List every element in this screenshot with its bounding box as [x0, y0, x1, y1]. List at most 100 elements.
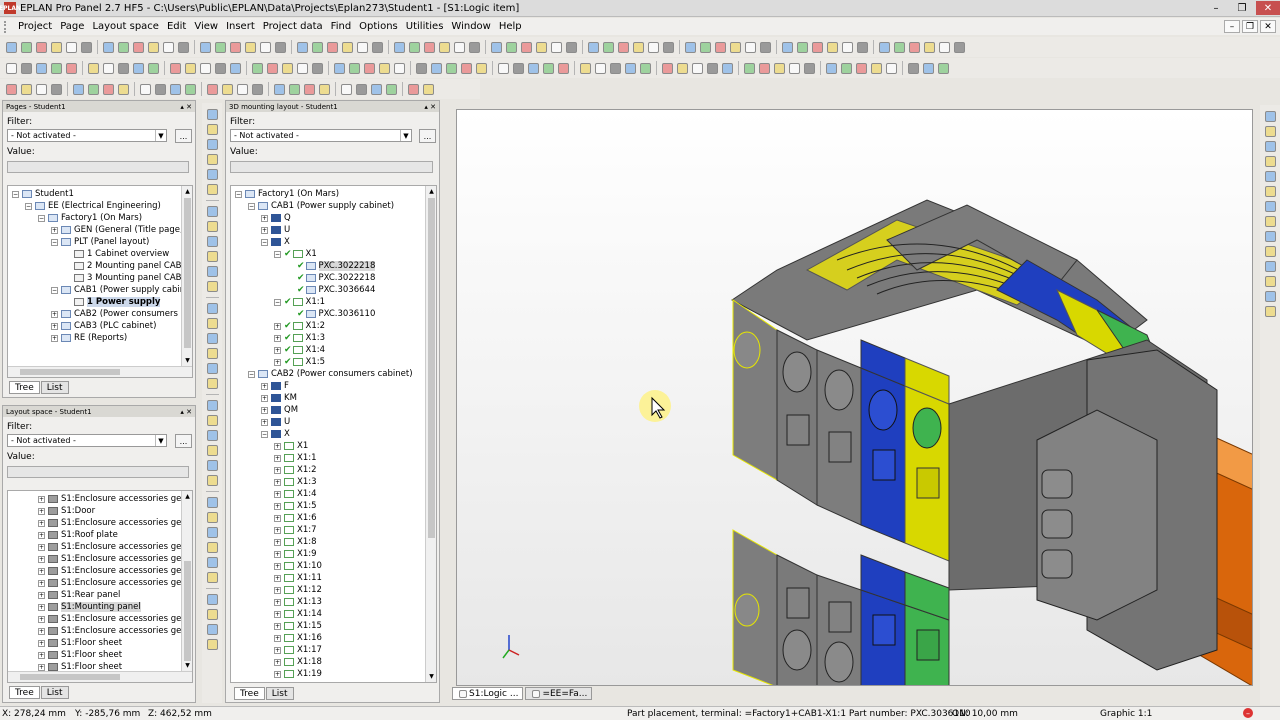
tree-node[interactable]: + S1:Enclosure accessories gen	[38, 565, 187, 577]
toolbar-button-icon[interactable]	[924, 41, 935, 53]
toolbar-button-icon[interactable]	[206, 378, 218, 389]
tree-node[interactable]: + ✔ X1:5	[274, 356, 325, 368]
toolbar-button-icon[interactable]	[730, 41, 741, 53]
toolbar-button-icon[interactable]	[826, 62, 837, 74]
toolbar-button-icon[interactable]	[206, 318, 218, 329]
toolbar-button-icon[interactable]	[856, 62, 867, 74]
layout-value-field[interactable]	[7, 466, 189, 478]
expand-icon[interactable]: +	[274, 502, 281, 510]
vertical-scrollbar[interactable]: ▲ ▼	[425, 186, 436, 682]
expand-icon[interactable]: +	[274, 526, 281, 534]
menu-view[interactable]: View	[190, 21, 222, 32]
error-indicator-icon[interactable]: –	[1243, 708, 1253, 718]
tree-node[interactable]: + GEN (General (Title page, Tab	[51, 224, 192, 236]
menu-options[interactable]: Options	[355, 21, 402, 32]
pages-tree[interactable]: − Student1− EE (Electrical Engineering) − Fa…	[7, 185, 193, 378]
toolbar-button-icon[interactable]	[206, 609, 218, 620]
expand-icon[interactable]: +	[274, 514, 281, 522]
pages-value-field[interactable]	[7, 161, 189, 173]
toolbar-button-icon[interactable]	[36, 83, 47, 95]
toolbar-button-icon[interactable]	[206, 266, 218, 277]
tree-node[interactable]: + S1:Enclosure accessories gen	[38, 541, 187, 553]
expand-icon[interactable]: +	[38, 543, 45, 551]
toolbar-button-icon[interactable]	[245, 41, 256, 53]
toolbar-button-icon[interactable]	[133, 41, 144, 53]
toolbar-button-icon[interactable]	[36, 62, 47, 74]
tree-node[interactable]: 1 Power supply	[64, 296, 161, 308]
expand-icon[interactable]: +	[274, 574, 281, 582]
mounting-filter-more-button[interactable]: ...	[419, 129, 436, 143]
scroll-thumb[interactable]	[20, 674, 120, 680]
toolbar-button-icon[interactable]	[133, 62, 144, 74]
toolbar-button-icon[interactable]	[580, 62, 591, 74]
expand-icon[interactable]: +	[51, 226, 58, 234]
eplan-app-icon[interactable]: EPLAN	[0, 2, 21, 14]
toolbar-button-icon[interactable]	[744, 62, 755, 74]
toolbar-button-icon[interactable]	[206, 363, 218, 374]
toolbar-button-icon[interactable]	[327, 41, 338, 53]
toolbar-button-icon[interactable]	[88, 83, 99, 95]
toolbar-button-icon[interactable]	[424, 41, 435, 53]
tree-node[interactable]: + X1:12	[274, 584, 322, 596]
toolbar-button-icon[interactable]	[707, 62, 718, 74]
toolbar-button-icon[interactable]	[118, 83, 129, 95]
toolbar-button-icon[interactable]	[416, 62, 427, 74]
expand-icon[interactable]: +	[38, 495, 45, 503]
mdi-minimize-icon[interactable]: –	[1224, 20, 1240, 33]
toolbar-button-icon[interactable]	[566, 41, 577, 53]
toolbar-button-icon[interactable]	[908, 62, 919, 74]
expand-icon[interactable]: +	[261, 382, 268, 390]
tree-node[interactable]: − Factory1 (On Mars)	[38, 212, 142, 224]
tree-node[interactable]: − CAB2 (Power consumers cabinet)	[248, 368, 413, 380]
expand-icon[interactable]: +	[38, 555, 45, 563]
toolbar-button-icon[interactable]	[625, 62, 636, 74]
tree-node[interactable]: ✔ PXC.3036644	[287, 284, 375, 296]
scroll-thumb[interactable]	[184, 561, 191, 661]
toolbar-button-icon[interactable]	[364, 62, 375, 74]
toolbar-button-icon[interactable]	[21, 83, 32, 95]
collapse-icon[interactable]: −	[235, 190, 242, 198]
toolbar-button-icon[interactable]	[797, 41, 808, 53]
layout-filter-more-button[interactable]: ...	[175, 434, 192, 448]
toolbar-button-icon[interactable]	[206, 109, 218, 120]
toolbar-button-icon[interactable]	[51, 83, 62, 95]
toolbar-button-icon[interactable]	[206, 430, 218, 441]
toolbar-button-icon[interactable]	[148, 41, 159, 53]
toolbar-button-icon[interactable]	[923, 62, 934, 74]
expand-icon[interactable]: +	[274, 334, 281, 342]
collapse-icon[interactable]: −	[261, 430, 268, 438]
toolbar-button-icon[interactable]	[200, 62, 211, 74]
expand-icon[interactable]: +	[274, 442, 281, 450]
tree-node[interactable]: − ✔ X1:1	[274, 296, 325, 308]
toolbar-button-icon[interactable]	[700, 41, 711, 53]
toolbar-button-icon[interactable]	[6, 62, 17, 74]
tree-node[interactable]: + S1:Enclosure accessories gen	[38, 613, 187, 625]
tree-node[interactable]: + S1:Roof plate	[38, 529, 118, 541]
toolbar-button-icon[interactable]	[206, 139, 218, 150]
toolbar-button-icon[interactable]	[6, 41, 17, 53]
toolbar-button-icon[interactable]	[663, 41, 674, 53]
expand-icon[interactable]: +	[38, 663, 45, 671]
tree-node[interactable]: + X1:18	[274, 656, 322, 668]
pages-tab-list[interactable]: List	[40, 381, 69, 394]
toolbar-button-icon[interactable]	[841, 62, 852, 74]
toolbar-button-icon[interactable]	[1264, 186, 1276, 197]
expand-icon[interactable]: +	[38, 627, 45, 635]
menu-grip-icon[interactable]	[4, 20, 12, 33]
collapse-icon[interactable]: −	[12, 190, 19, 198]
expand-icon[interactable]: +	[274, 634, 281, 642]
toolbar-button-icon[interactable]	[543, 62, 554, 74]
toolbar-button-icon[interactable]	[394, 62, 405, 74]
toolbar-button-icon[interactable]	[206, 303, 218, 314]
tree-node[interactable]: + ✔ X1:4	[274, 344, 325, 356]
toolbar-button-icon[interactable]	[170, 62, 181, 74]
toolbar-button-icon[interactable]	[357, 41, 368, 53]
tree-node[interactable]: − X	[261, 236, 290, 248]
menu-window[interactable]: Window	[447, 21, 494, 32]
toolbar-button-icon[interactable]	[804, 62, 815, 74]
toolbar-button-icon[interactable]	[103, 41, 114, 53]
collapse-icon[interactable]: −	[25, 202, 32, 210]
scroll-down-icon[interactable]: ▼	[182, 660, 192, 671]
tree-node[interactable]: + X1:4	[274, 488, 317, 500]
toolbar-button-icon[interactable]	[431, 62, 442, 74]
